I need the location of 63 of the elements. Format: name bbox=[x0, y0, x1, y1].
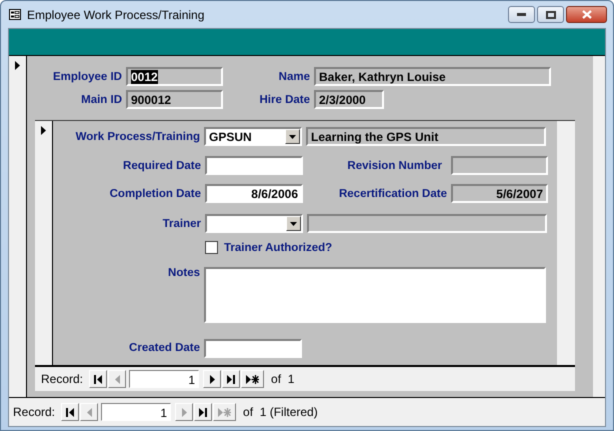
last-record-icon bbox=[227, 374, 236, 384]
record-label: Record: bbox=[13, 405, 56, 419]
field-label: Notes bbox=[167, 267, 201, 279]
text-field[interactable]: Baker, Kathryn Louise bbox=[314, 67, 551, 86]
first-record-button[interactable] bbox=[61, 403, 80, 421]
minimize-button[interactable] bbox=[508, 6, 535, 23]
dropdown-caret-icon bbox=[290, 222, 297, 226]
field-label: Required Date bbox=[122, 160, 202, 172]
checkbox[interactable] bbox=[205, 241, 218, 254]
text-field[interactable]: Learning the GPS Unit bbox=[306, 127, 546, 146]
date-field[interactable] bbox=[204, 338, 302, 358]
first-record-icon bbox=[94, 374, 102, 384]
combo-box[interactable] bbox=[205, 214, 303, 233]
field-label: Revision Number bbox=[346, 160, 443, 172]
combo-box[interactable]: GPSUN bbox=[204, 127, 302, 146]
new-record-icon bbox=[218, 408, 232, 416]
close-button[interactable] bbox=[566, 6, 607, 23]
record-number-field[interactable]: 1 bbox=[129, 370, 200, 388]
field-label: Completion Date bbox=[108, 188, 202, 200]
field-label: Main ID bbox=[80, 94, 123, 106]
text-field[interactable]: 2/3/2000 bbox=[314, 90, 384, 109]
next-record-icon bbox=[210, 374, 215, 384]
record-count: of 1 (Filtered) bbox=[243, 405, 318, 419]
current-record-icon bbox=[15, 61, 20, 70]
last-record-button[interactable] bbox=[222, 370, 240, 388]
text-field[interactable] bbox=[307, 214, 547, 233]
record-number-field[interactable]: 1 bbox=[101, 403, 172, 421]
text-field[interactable]: 0012 bbox=[126, 67, 223, 86]
dropdown-caret-icon bbox=[289, 134, 296, 138]
current-record-icon bbox=[41, 126, 46, 135]
date-field[interactable] bbox=[205, 156, 303, 175]
maximize-icon bbox=[546, 10, 556, 18]
date-field[interactable]: 8/6/2006 bbox=[205, 184, 303, 203]
checkbox-label: Trainer Authorized? bbox=[224, 242, 334, 254]
field-label: Trainer bbox=[162, 218, 202, 230]
first-record-button[interactable] bbox=[89, 370, 108, 388]
field-label: Created Date bbox=[128, 342, 201, 354]
previous-record-icon bbox=[86, 408, 92, 416]
form-icon bbox=[9, 9, 21, 20]
field-label: Recertification Date bbox=[338, 188, 448, 200]
window-title: Employee Work Process/Training bbox=[27, 8, 206, 22]
maximize-button[interactable] bbox=[537, 6, 564, 23]
new-record-icon bbox=[246, 374, 260, 384]
next-record-button[interactable] bbox=[203, 370, 222, 388]
next-record-icon bbox=[182, 408, 187, 416]
text-field[interactable] bbox=[451, 156, 548, 175]
date-field[interactable]: 5/6/2007 bbox=[451, 184, 548, 203]
field-label: Work Process/Training bbox=[74, 130, 201, 142]
field-label: Employee ID bbox=[52, 70, 123, 82]
first-record-icon bbox=[66, 408, 74, 416]
text-field[interactable]: 900012 bbox=[126, 90, 223, 109]
record-label: Record: bbox=[41, 372, 84, 386]
minimize-icon bbox=[517, 13, 526, 16]
notes-field[interactable] bbox=[204, 267, 546, 323]
record-selector[interactable] bbox=[35, 121, 53, 365]
last-record-icon bbox=[199, 408, 208, 416]
last-record-button[interactable] bbox=[194, 403, 212, 421]
previous-record-icon bbox=[114, 374, 120, 384]
new-record-button[interactable] bbox=[241, 370, 264, 388]
record-count: of 1 bbox=[271, 372, 294, 386]
field-label: Name bbox=[278, 70, 311, 82]
close-icon bbox=[582, 10, 592, 19]
field-label: Hire Date bbox=[258, 94, 311, 106]
